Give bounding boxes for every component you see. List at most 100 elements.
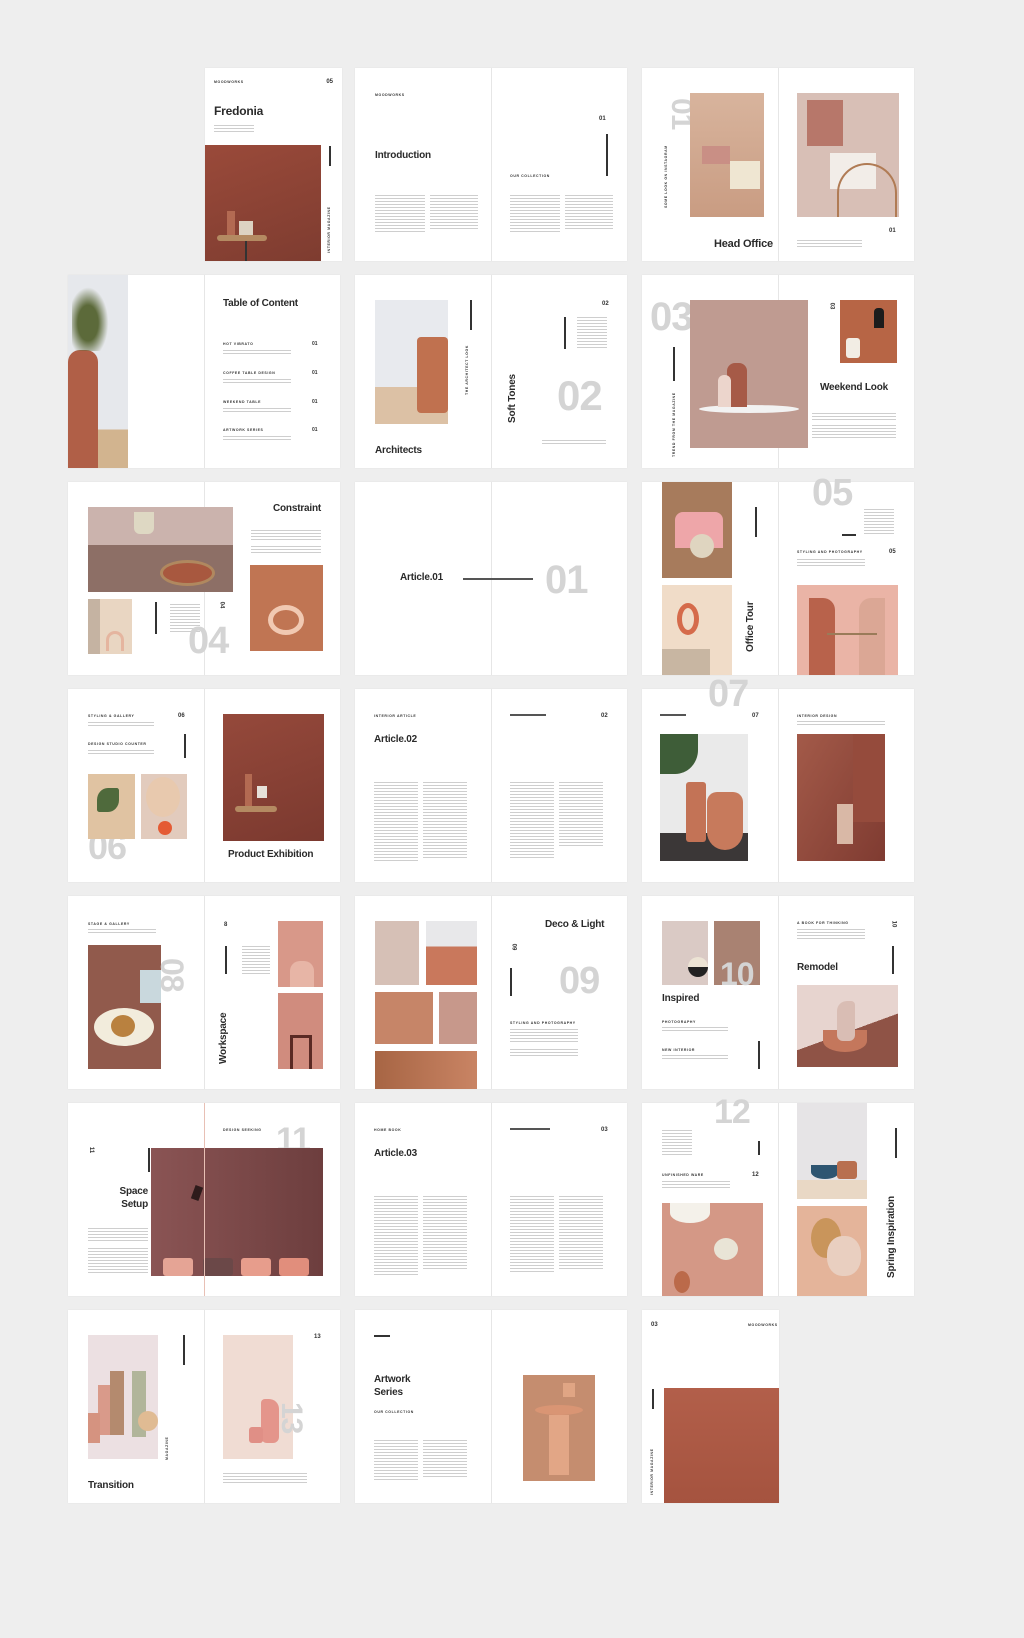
photo-leaf bbox=[88, 774, 135, 839]
label: MOODWORKS bbox=[214, 80, 244, 84]
divider bbox=[606, 134, 608, 176]
body-text bbox=[88, 1228, 148, 1242]
page-fold bbox=[778, 689, 779, 882]
spread-spring-inspiration[interactable]: 12 UNFINISHED WARE 12 Spring Inspiration bbox=[642, 1095, 914, 1296]
toc-item-label[interactable]: HOT VIBRATO bbox=[223, 342, 253, 346]
spread-constraint[interactable]: 04 04 Constraint bbox=[68, 482, 340, 675]
page-title: Constraint bbox=[273, 503, 322, 514]
spread-article-02[interactable]: INTERIOR ARTICLE Article.02 02 bbox=[355, 689, 627, 882]
divider bbox=[842, 534, 856, 536]
spread-back-cover[interactable]: 03 MOODWORKS INTERIOR MAGAZINE bbox=[642, 1310, 779, 1503]
page-number: 01 bbox=[599, 116, 606, 122]
page-title: Transition bbox=[88, 1480, 134, 1491]
spread-07[interactable]: 07 07 INTERIOR DESIGN bbox=[642, 675, 914, 882]
vertical-label: INTERIOR MAGAZINE bbox=[327, 206, 331, 253]
cover-color-block bbox=[664, 1388, 779, 1503]
body-text bbox=[510, 1196, 554, 1274]
spread-product-exhibition[interactable]: STYLING & GALLERY 06 DESIGN STUDIO COUNT… bbox=[68, 689, 340, 882]
toc-item-label[interactable]: WEEKEND TABLE bbox=[223, 400, 261, 404]
body-text bbox=[510, 195, 560, 233]
subheading: UNFINISHED WARE bbox=[662, 1173, 704, 1177]
label: MOODWORKS bbox=[375, 93, 405, 97]
page-number: 07 bbox=[752, 713, 759, 719]
page-fold bbox=[778, 68, 779, 261]
page-title: Article.03 bbox=[374, 1148, 418, 1159]
toc-item-page: 01 bbox=[312, 370, 318, 376]
page-fold bbox=[491, 689, 492, 882]
body-text bbox=[559, 1196, 603, 1270]
spread-inspired-remodel[interactable]: 10 Inspired PHOTOGRAPHY NEW INTERIOR A B… bbox=[642, 896, 914, 1089]
divider bbox=[660, 714, 686, 716]
big-number: 10 bbox=[720, 956, 755, 992]
page-fold bbox=[204, 275, 205, 468]
divider bbox=[673, 347, 675, 381]
photo-pink-shapes bbox=[662, 482, 732, 578]
body-text bbox=[542, 440, 606, 446]
subheading: STYLING AND PHOTOGRAPHY bbox=[797, 550, 863, 554]
body-text bbox=[223, 350, 291, 355]
spread-article-01[interactable]: Article.01 01 bbox=[355, 482, 627, 675]
spread-space-setup[interactable]: 11 Space Setup DESIGN SEEKING 11 bbox=[68, 1103, 340, 1296]
label: INTERIOR DESIGN bbox=[797, 714, 838, 718]
page-number: 03 bbox=[651, 1322, 658, 1328]
divider bbox=[155, 602, 157, 634]
spread-transition[interactable]: MAGAZINE Transition 13 13 bbox=[68, 1310, 340, 1503]
big-number: 09 bbox=[559, 960, 600, 1002]
toc-item-page: 01 bbox=[312, 399, 318, 405]
body-text bbox=[374, 1440, 418, 1480]
divider bbox=[184, 734, 186, 758]
photo-collage-4 bbox=[439, 992, 477, 1044]
spread-deco-light[interactable]: Deco & Light 09 09 STYLING AND PHOTOGRAP… bbox=[355, 896, 627, 1089]
page-number: 10 bbox=[890, 920, 897, 928]
big-number: 04 bbox=[188, 620, 229, 662]
page-number: 8 bbox=[224, 922, 228, 928]
divider bbox=[148, 1148, 150, 1172]
spread-artwork-series[interactable]: Artwork Series OUR COLLECTION bbox=[355, 1310, 627, 1503]
body-text bbox=[242, 946, 270, 976]
spread-soft-tones[interactable]: THE ARCHITECT LOOK Architects Soft Tones… bbox=[355, 275, 627, 468]
page-number: 03 bbox=[828, 302, 835, 310]
body-text bbox=[797, 240, 862, 248]
photo-collage-5 bbox=[375, 1051, 477, 1089]
body-text bbox=[88, 750, 154, 755]
divider bbox=[895, 1128, 897, 1158]
spread-head-office[interactable]: 01 SOME LOOK ON INSTAGRAM Head Office 01 bbox=[642, 68, 914, 261]
toc-item-page: 01 bbox=[312, 427, 318, 433]
subheading: OUR COLLECTION bbox=[374, 1410, 414, 1414]
spread-introduction[interactable]: MOODWORKS Introduction 01 OUR COLLECTION bbox=[355, 68, 627, 261]
toc-item-page: 01 bbox=[312, 341, 318, 347]
photo-lamp-chairs bbox=[151, 1148, 323, 1276]
photo-collage-1 bbox=[375, 921, 419, 985]
photo-cylinders bbox=[88, 1335, 158, 1459]
page-fold bbox=[778, 896, 779, 1089]
spread-article-03[interactable]: HOME BOOK Article.03 03 bbox=[355, 1103, 627, 1296]
spread-table-of-content[interactable]: Table of Content HOT VIBRATO 01 COFFEE T… bbox=[68, 275, 340, 468]
body-text bbox=[423, 782, 467, 860]
divider bbox=[652, 1389, 654, 1409]
page-fold bbox=[491, 275, 492, 468]
page-fold bbox=[204, 896, 205, 1089]
divider bbox=[755, 507, 757, 537]
big-number: 02 bbox=[557, 372, 603, 419]
spread-weekend-look[interactable]: 03 TREND FROM THE MAGAZINE 03 Weekend Lo… bbox=[642, 275, 914, 468]
body-text bbox=[223, 408, 291, 413]
spread-cover[interactable]: MOODWORKS 05 Fredonia INTERIOR MAGAZINE bbox=[205, 68, 342, 261]
page-fold bbox=[778, 1103, 779, 1296]
body-text bbox=[662, 1181, 730, 1189]
big-number: 01 bbox=[545, 558, 588, 602]
spread-office-tour[interactable]: Office Tour 05 STYLING AND PHOTOGRAPHY 0… bbox=[642, 474, 914, 675]
subheading: OUR COLLECTION bbox=[510, 174, 550, 178]
divider bbox=[470, 300, 472, 330]
photo-disc bbox=[141, 774, 187, 839]
page-number: 01 bbox=[889, 228, 896, 234]
page-number: 03 bbox=[601, 1127, 608, 1133]
divider bbox=[225, 946, 227, 974]
subheading: DESIGN STUDIO COUNTER bbox=[88, 742, 147, 746]
toc-item-label[interactable]: ARTWORK SERIES bbox=[223, 428, 263, 432]
page-title: Table of Content bbox=[223, 298, 298, 309]
page-number: 12 bbox=[752, 1172, 759, 1178]
photo-organic-shapes bbox=[797, 1206, 867, 1296]
photo-collage-2 bbox=[426, 921, 477, 985]
toc-item-label[interactable]: COFFEE TABLE DESIGN bbox=[223, 371, 275, 375]
spread-workspace[interactable]: STAGE & GALLERY 08 8 Workspace bbox=[68, 896, 340, 1089]
